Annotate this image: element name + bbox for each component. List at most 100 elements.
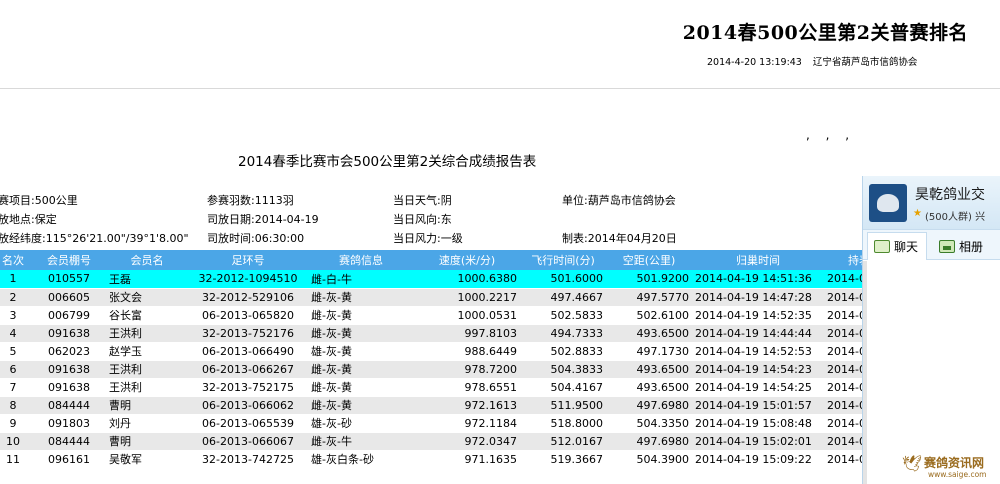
table-row[interactable]: 4 091638 王洪利 32-2013-752176 雌-灰-黄 997.8103 494… (0, 324, 894, 343)
cell-member-name: 曹明 (106, 432, 188, 451)
col-header-ring-no[interactable]: 足环号 (188, 250, 308, 270)
cell-rank: 8 (0, 396, 32, 415)
cell-speed: 978.6551 (414, 378, 520, 397)
cell-arrival-time: 2014-04-19 14:52:35 (692, 306, 824, 325)
cell-pigeon-info: 雌-灰-黄 (308, 378, 414, 397)
cell-pigeon-info: 雌-灰-黄 (308, 360, 414, 379)
cell-member-id: 006799 (32, 306, 106, 325)
cell-flight-time: 519.3667 (520, 450, 606, 469)
info-entries: 参赛羽数:1113羽 (207, 194, 294, 207)
group-meta: (500人群) 兴 (925, 212, 986, 223)
pigeon-icon (877, 194, 899, 212)
table-row[interactable]: 1 010557 王磊 32-2012-1094510 雌-白-牛 1000.6380 50… (0, 270, 894, 289)
cell-member-id: 010557 (32, 270, 106, 289)
table-row[interactable]: 5 062023 赵学玉 06-2013-066490 雄-灰-黄 988.6449 502… (0, 342, 894, 361)
cell-distance: 501.9200 (606, 270, 692, 289)
photo-icon (939, 239, 955, 253)
star-icon: ★ (913, 208, 922, 219)
cell-rank: 6 (0, 360, 32, 379)
cell-rank: 10 (0, 432, 32, 451)
site-watermark: 🕊 赛鸽资讯网 www.saige.com (902, 450, 1000, 484)
cell-arrival-time: 2014-04-19 14:44:44 (692, 324, 824, 343)
cell-member-id: 096161 (32, 450, 106, 469)
table-row[interactable]: 9 091803 刘丹 06-2013-065539 雄-灰-砂 972.1184 518.… (0, 414, 894, 433)
group-avatar[interactable] (869, 184, 907, 222)
cell-flight-time: 494.7333 (520, 324, 606, 343)
cell-pigeon-info: 雄-灰-黄 (308, 342, 414, 361)
col-header-member-id[interactable]: 会员棚号 (32, 250, 106, 270)
chat-icon (874, 240, 890, 253)
organization-name: 辽宁省葫芦岛市信鸽协会 (812, 57, 918, 68)
table-row[interactable]: 7 091638 王洪利 32-2013-752175 雌-灰-黄 978.6551 504… (0, 378, 894, 397)
cell-speed: 971.1635 (414, 450, 520, 469)
cell-pigeon-info: 雄-灰-砂 (308, 414, 414, 433)
cell-pigeon-info: 雌-灰-牛 (308, 432, 414, 451)
watermark-text: 赛鸽资讯网 (924, 456, 985, 470)
col-header-pigeon-info[interactable]: 赛鸽信息 (308, 250, 414, 270)
info-release-time: 司放时间:06:30:00 (207, 232, 305, 245)
cell-flight-time: 501.6000 (520, 270, 606, 289)
cell-arrival-time: 2014-04-19 14:47:28 (692, 288, 824, 307)
tab-chat-label: 聊天 (894, 240, 919, 254)
col-header-flight-time[interactable]: 飞行时间(分) (520, 250, 606, 270)
cell-distance: 502.6100 (606, 306, 692, 325)
col-header-member-name[interactable]: 会员名 (106, 250, 188, 270)
page-subtitle: 2014-4-20 13:19:43 辽宁省葫芦岛市信鸽协会 (707, 54, 925, 68)
cell-distance: 497.6980 (606, 396, 692, 415)
tab-album-label: 相册 (959, 239, 984, 254)
col-header-speed[interactable]: 速度(米/分) (414, 250, 520, 270)
cell-distance: 497.5770 (606, 288, 692, 307)
cell-flight-time: 497.4667 (520, 288, 606, 307)
table-row[interactable]: 3 006799 谷长富 06-2013-065820 雌-灰-黄 1000.0531 50… (0, 306, 894, 325)
cell-pigeon-info: 雄-灰白条-砂 (308, 450, 414, 469)
table-row[interactable]: 10 084444 曹明 06-2013-066067 雌-灰-牛 972.0347 512… (0, 432, 894, 451)
cell-pigeon-info: 雌-灰-黄 (308, 306, 414, 325)
cell-speed: 972.1184 (414, 414, 520, 433)
cell-member-name: 张文会 (106, 288, 188, 307)
cell-flight-time: 504.4167 (520, 378, 606, 397)
cell-rank: 3 (0, 306, 32, 325)
cell-member-name: 吴敬军 (106, 450, 188, 469)
cell-speed: 997.8103 (414, 324, 520, 343)
cell-rank: 1 (0, 270, 32, 289)
table-header-row: 名次 会员棚号 会员名 足环号 赛鸽信息 速度(米/分) 飞行时间(分) 空距(… (0, 250, 894, 270)
cell-ring-no: 32-2012-529106 (188, 288, 308, 307)
chat-header[interactable]: 昊乾鸽业交 ★ (500人群) 兴 (863, 176, 1000, 230)
cell-ring-no: 32-2013-742725 (188, 450, 308, 469)
cell-ring-no: 06-2013-066062 (188, 396, 308, 415)
table-row[interactable]: 2 006605 张文会 32-2012-529106 雌-灰-黄 1000.2217 49… (0, 288, 894, 307)
cell-speed: 1000.6380 (414, 270, 520, 289)
cell-flight-time: 512.0167 (520, 432, 606, 451)
stray-commas: , , , (806, 128, 856, 142)
col-header-rank[interactable]: 名次 (0, 250, 32, 270)
cell-ring-no: 06-2013-066067 (188, 432, 308, 451)
cell-pigeon-info: 雌-灰-黄 (308, 324, 414, 343)
cell-rank: 7 (0, 378, 32, 397)
info-made-date: 制表:2014年04月20日 (562, 232, 677, 245)
cell-rank: 5 (0, 342, 32, 361)
cell-distance: 504.3900 (606, 450, 692, 469)
cell-member-name: 王洪利 (106, 324, 188, 343)
cell-rank: 11 (0, 450, 32, 469)
col-header-arrival-time[interactable]: 归巢时间 (692, 250, 824, 270)
table-row[interactable]: 11 096161 吴敬军 32-2013-742725 雄-灰白条-砂 971.1635… (0, 450, 894, 469)
cell-arrival-time: 2014-04-19 14:54:23 (692, 360, 824, 379)
cell-speed: 1000.2217 (414, 288, 520, 307)
cell-ring-no: 06-2013-066267 (188, 360, 308, 379)
cell-flight-time: 504.3833 (520, 360, 606, 379)
cell-rank: 2 (0, 288, 32, 307)
chat-scrollbar[interactable] (863, 261, 867, 484)
cell-speed: 1000.0531 (414, 306, 520, 325)
chat-widget: 昊乾鸽业交 ★ (500人群) 兴 聊天 相册 (862, 176, 1000, 484)
cell-pigeon-info: 雌-灰-黄 (308, 396, 414, 415)
cell-ring-no: 06-2013-065820 (188, 306, 308, 325)
cell-distance: 493.6500 (606, 360, 692, 379)
table-row[interactable]: 8 084444 曹明 06-2013-066062 雌-灰-黄 972.1613 511.… (0, 396, 894, 415)
col-header-distance[interactable]: 空距(公里) (606, 250, 692, 270)
table-row[interactable]: 6 091638 王洪利 06-2013-066267 雌-灰-黄 978.7200 504… (0, 360, 894, 379)
cell-ring-no: 32-2012-1094510 (188, 270, 308, 289)
tab-album[interactable]: 相册 (933, 232, 991, 260)
tab-chat[interactable]: 聊天 (867, 232, 928, 260)
info-coords: 放经纬度:115°26'21.00"/39°1'8.00" (0, 232, 189, 245)
cell-ring-no: 06-2013-065539 (188, 414, 308, 433)
